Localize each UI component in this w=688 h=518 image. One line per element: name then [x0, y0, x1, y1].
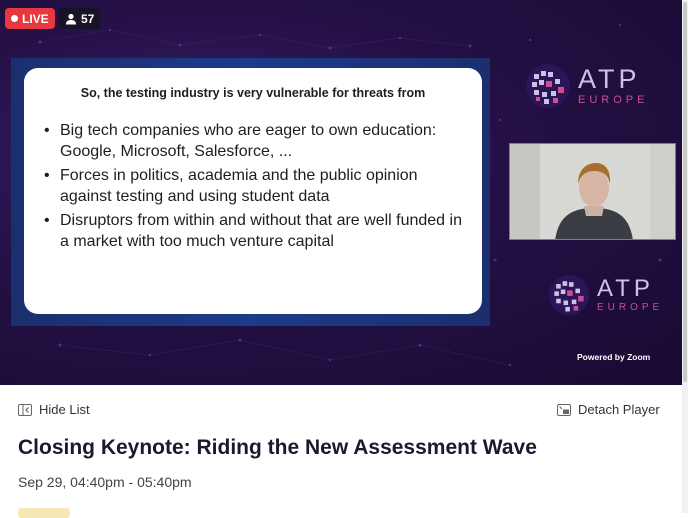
speaker-image — [510, 144, 675, 239]
globe-icon — [526, 64, 570, 108]
detach-player-button[interactable]: Detach Player — [557, 402, 660, 417]
hide-list-label: Hide List — [39, 402, 90, 417]
hide-list-button[interactable]: Hide List — [18, 402, 90, 417]
person-icon — [66, 13, 76, 24]
live-badge: LIVE — [5, 8, 55, 29]
logo-sub: EUROPE — [578, 94, 649, 106]
detach-player-icon — [557, 403, 571, 416]
logo-name: ATP — [578, 64, 641, 94]
slide-title: So, the testing industry is very vulnera… — [80, 86, 426, 100]
slide-bullet: Big tech companies who are eager to own … — [44, 120, 462, 162]
detach-player-label: Detach Player — [578, 402, 660, 417]
slide-bullet-list: Big tech companies who are eager to own … — [44, 120, 462, 252]
viewer-count: 57 — [81, 11, 95, 26]
atp-europe-logo-bottom: ATP EUROPE — [547, 273, 663, 317]
video-player[interactable]: LIVE 57 So, the testing industry is very… — [0, 0, 682, 385]
speaker-video — [509, 143, 676, 240]
powered-by-label: Powered by Zoom — [577, 352, 651, 362]
logo-sub: EUROPE — [597, 302, 664, 313]
scrollbar-thumb[interactable] — [683, 2, 687, 382]
player-controls: Hide List Detach Player — [18, 402, 660, 420]
viewer-count-badge: 57 — [59, 8, 101, 29]
globe-icon — [548, 274, 590, 316]
session-time: Sep 29, 04:40pm - 05:40pm — [18, 474, 192, 490]
live-label: LIVE — [22, 11, 49, 26]
presentation-slide: So, the testing industry is very vulnera… — [24, 68, 482, 314]
logo-name: ATP — [597, 275, 654, 302]
session-tag — [18, 508, 70, 518]
hide-list-icon — [18, 403, 32, 416]
live-dot-icon — [11, 15, 18, 22]
atp-europe-logo: ATP EUROPE — [524, 62, 648, 110]
slide-bullet: Disruptors from within and without that … — [44, 210, 462, 252]
slide-bullet: Forces in politics, academia and the pub… — [44, 165, 462, 207]
session-title: Closing Keynote: Riding the New Assessme… — [18, 436, 537, 459]
